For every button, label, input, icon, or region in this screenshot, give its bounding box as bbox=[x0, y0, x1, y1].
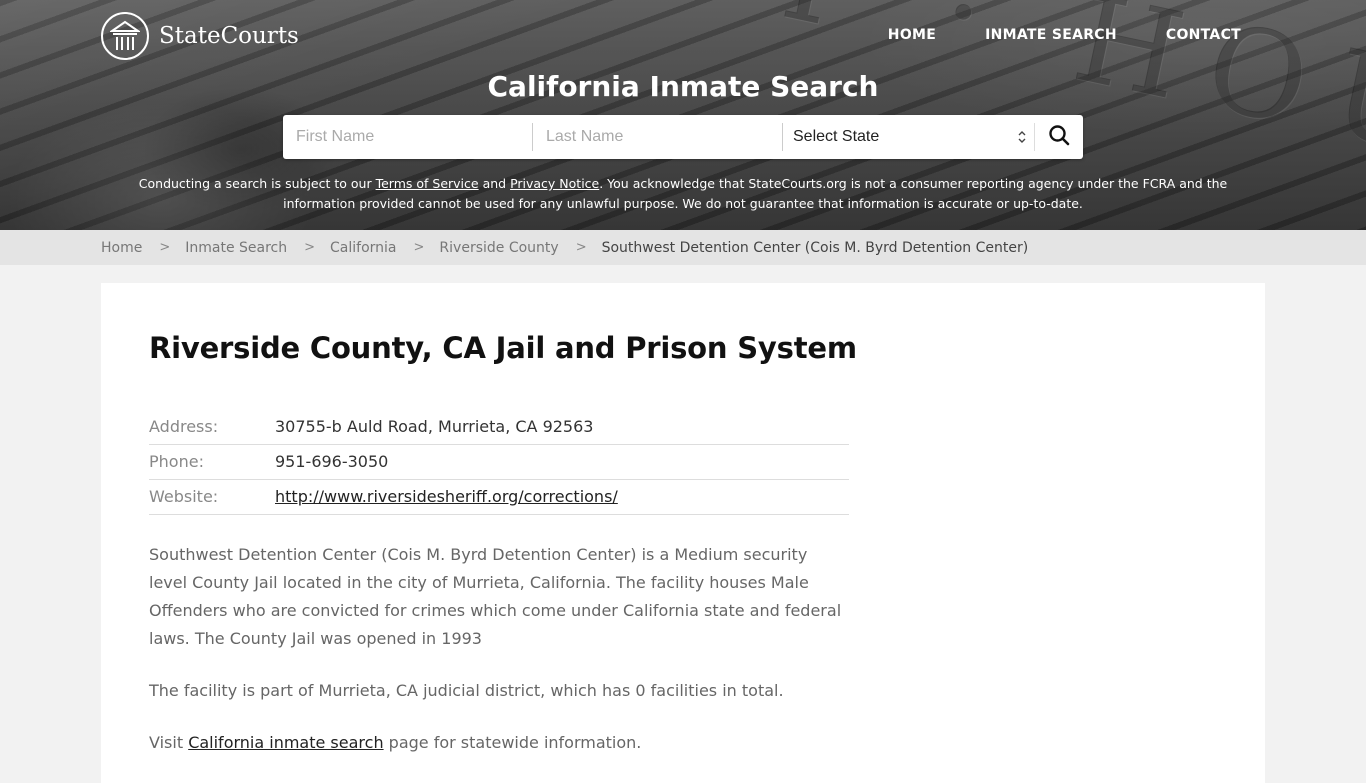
california-inmate-search-link[interactable]: California inmate search bbox=[188, 733, 383, 752]
phone-label: Phone: bbox=[149, 444, 275, 480]
breadcrumb-inmate-search[interactable]: Inmate Search bbox=[185, 240, 287, 256]
facility-card: Riverside County, CA Jail and Prison Sys… bbox=[101, 283, 1265, 783]
state-select-value: Select State bbox=[793, 128, 880, 145]
website-cell: http://www.riversidesheriff.org/correcti… bbox=[275, 479, 849, 515]
statecourts-logo-link[interactable]: StateCourts bbox=[101, 12, 299, 60]
nav-contact[interactable]: CONTACT bbox=[1166, 27, 1241, 43]
search-button[interactable] bbox=[1035, 115, 1083, 159]
info-row-address: Address: 30755-b Auld Road, Murrieta, CA… bbox=[149, 409, 849, 445]
last-name-input[interactable] bbox=[533, 123, 783, 151]
visit-paragraph: Visit California inmate search page for … bbox=[149, 729, 849, 757]
nav-home[interactable]: HOME bbox=[888, 27, 936, 43]
search-disclaimer: Conducting a search is subject to our Te… bbox=[120, 174, 1246, 214]
nav-inmate-search[interactable]: INMATE SEARCH bbox=[985, 27, 1117, 43]
terms-of-service-link[interactable]: Terms of Service bbox=[376, 176, 479, 191]
inmate-search-form: Select State bbox=[283, 115, 1083, 159]
disclaimer-text-1: Conducting a search is subject to our bbox=[138, 176, 376, 191]
courthouse-icon bbox=[101, 12, 149, 60]
chevron-right-icon: > bbox=[304, 240, 316, 255]
breadcrumb-current: Southwest Detention Center (Cois M. Byrd… bbox=[601, 239, 1029, 256]
breadcrumb-california[interactable]: California bbox=[330, 240, 396, 256]
chevron-right-icon: > bbox=[575, 240, 587, 255]
phone-value: 951-696-3050 bbox=[275, 444, 849, 480]
disclaimer-text-2: and bbox=[478, 176, 511, 191]
website-link[interactable]: http://www.riversidesheriff.org/correcti… bbox=[275, 487, 618, 506]
first-name-input[interactable] bbox=[283, 123, 533, 151]
address-label: Address: bbox=[149, 409, 275, 445]
visit-suffix: page for statewide information. bbox=[383, 732, 642, 752]
website-label: Website: bbox=[149, 479, 275, 515]
hero-header: T · HOUSE StateCourts HOME INMATE SEARCH… bbox=[0, 0, 1366, 230]
hero-title: California Inmate Search bbox=[487, 70, 879, 103]
info-row-phone: Phone: 951-696-3050 bbox=[149, 444, 849, 480]
breadcrumb: Home > Inmate Search > California > Rive… bbox=[0, 230, 1366, 265]
chevron-right-icon: > bbox=[159, 240, 171, 255]
state-select[interactable]: Select State bbox=[783, 123, 1035, 151]
info-row-website: Website: http://www.riversidesheriff.org… bbox=[149, 479, 849, 515]
breadcrumb-home[interactable]: Home bbox=[101, 240, 142, 256]
select-arrows-icon bbox=[1018, 130, 1026, 144]
brand-name: StateCourts bbox=[159, 23, 299, 49]
privacy-notice-link[interactable]: Privacy Notice bbox=[510, 176, 599, 191]
top-navigation: HOME INMATE SEARCH CONTACT bbox=[888, 27, 1241, 43]
chevron-right-icon: > bbox=[413, 240, 425, 255]
facility-info-table: Address: 30755-b Auld Road, Murrieta, CA… bbox=[149, 409, 849, 515]
address-value: 30755-b Auld Road, Murrieta, CA 92563 bbox=[275, 409, 849, 445]
description-paragraph: Southwest Detention Center (Cois M. Byrd… bbox=[149, 544, 842, 648]
visit-prefix: Visit bbox=[149, 732, 189, 752]
search-icon bbox=[1048, 124, 1070, 150]
district-paragraph: The facility is part of Murrieta, CA jud… bbox=[149, 680, 784, 700]
facility-description: Southwest Detention Center (Cois M. Byrd… bbox=[149, 541, 849, 757]
breadcrumb-riverside-county[interactable]: Riverside County bbox=[439, 240, 558, 256]
page-title: Riverside County, CA Jail and Prison Sys… bbox=[149, 331, 857, 365]
